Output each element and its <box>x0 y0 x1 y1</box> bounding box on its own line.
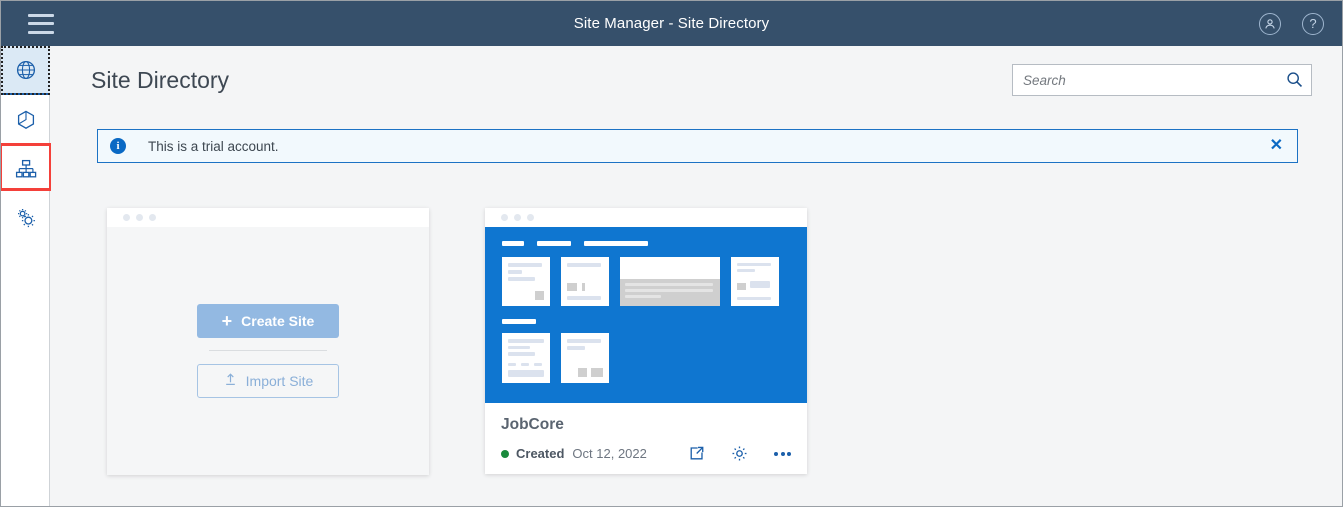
status-dot-icon <box>501 449 509 458</box>
sidebar-item-assets[interactable] <box>1 95 50 144</box>
globe-icon <box>15 59 37 81</box>
sidebar-item-globe[interactable] <box>1 46 50 95</box>
trial-account-banner: i This is a trial account. ✕ <box>97 129 1298 163</box>
hamburger-icon[interactable] <box>28 13 54 34</box>
site-name: JobCore <box>501 416 564 433</box>
plus-icon: + <box>221 311 233 331</box>
created-date: Oct 12, 2022 <box>572 446 647 461</box>
thumbnail-tiles-row-1 <box>502 257 807 306</box>
search-box[interactable] <box>1012 64 1312 96</box>
import-site-label: Import Site <box>245 373 314 389</box>
status-badge: Created <box>516 446 565 461</box>
create-site-label: Create Site <box>241 313 315 329</box>
left-sidebar <box>1 46 52 506</box>
site-card[interactable]: JobCore Created Oct 12, 2022 <box>485 208 807 474</box>
account-circle-icon[interactable] <box>1259 12 1281 35</box>
banner-message: This is a trial account. <box>148 138 279 154</box>
upload-icon <box>223 372 238 390</box>
app-title: Site Manager - Site Directory <box>573 15 770 32</box>
sidebar-item-settings[interactable] <box>1 193 50 242</box>
window-dot <box>123 214 130 221</box>
more-horizontal-icon[interactable] <box>774 451 791 456</box>
gear-icon[interactable] <box>731 445 748 462</box>
help-circle-icon[interactable]: ? <box>1302 12 1324 35</box>
sitemap-icon <box>15 159 37 179</box>
hexagon-cube-icon <box>15 109 37 131</box>
window-dot <box>136 214 143 221</box>
thumbnail-nav <box>502 241 807 246</box>
site-thumbnail <box>485 227 807 403</box>
page-header: Site Directory <box>51 46 1342 96</box>
page-title: Site Directory <box>91 66 230 93</box>
thumbnail-tiles-row-2 <box>502 333 807 383</box>
window-dot <box>501 214 508 221</box>
app-window: Site Manager - Site Directory ? Site Dir… <box>0 0 1343 507</box>
gears-icon <box>15 207 37 229</box>
info-icon: i <box>110 138 126 154</box>
create-site-card: + Create Site Import Site <box>107 208 429 475</box>
card-titlebar <box>107 208 429 227</box>
window-dot <box>149 214 156 221</box>
site-card-footer: JobCore Created Oct 12, 2022 <box>485 403 807 474</box>
search-input[interactable] <box>1013 65 1311 95</box>
import-site-button[interactable]: Import Site <box>197 364 339 398</box>
close-icon[interactable]: ✕ <box>1267 136 1286 156</box>
card-titlebar <box>485 208 807 227</box>
create-card-body: + Create Site Import Site <box>107 227 429 475</box>
thumbnail-section-heading <box>502 319 536 324</box>
search-icon[interactable] <box>1286 71 1303 93</box>
site-card-actions <box>688 445 791 462</box>
site-card-grid: + Create Site Import Site JobCore Create… <box>51 163 1342 475</box>
create-site-button[interactable]: + Create Site <box>197 304 339 338</box>
window-dot <box>527 214 534 221</box>
top-bar: Site Manager - Site Directory ? <box>1 1 1342 46</box>
external-link-icon[interactable] <box>688 445 705 462</box>
site-meta-row: Created Oct 12, 2022 <box>501 445 791 462</box>
main-content: Site Directory i This is a trial account… <box>51 46 1342 506</box>
sidebar-item-site-directory[interactable] <box>1 143 52 193</box>
top-bar-actions: ? <box>1259 1 1324 46</box>
window-dot <box>514 214 521 221</box>
divider <box>209 350 327 351</box>
